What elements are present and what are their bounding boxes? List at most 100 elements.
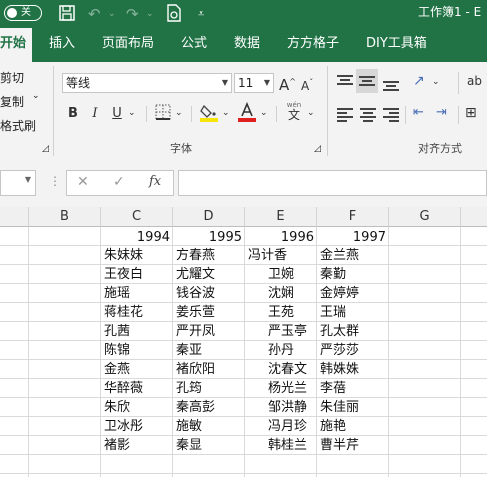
table-cell[interactable]: 卫婉 xyxy=(268,265,294,284)
borders-dropdown-icon[interactable]: ⌄ xyxy=(175,103,183,123)
merge-center-icon[interactable]: ⊞ xyxy=(465,103,477,123)
align-center-icon[interactable] xyxy=(360,108,376,122)
column-header-e[interactable]: E xyxy=(245,207,317,227)
table-cell[interactable]: 冯月珍 xyxy=(268,417,307,436)
underline-dropdown-icon[interactable]: ⌄ xyxy=(128,103,136,123)
cancel-icon[interactable]: ✕ xyxy=(77,174,89,190)
table-cell[interactable]: 金兰燕 xyxy=(320,246,359,265)
bottom-align-icon[interactable] xyxy=(383,77,399,91)
enter-icon[interactable]: ✓ xyxy=(113,174,125,190)
table-cell[interactable]: 朱妹妹 xyxy=(104,246,143,265)
table-cell[interactable]: 褚影 xyxy=(104,436,130,455)
middle-align-button[interactable] xyxy=(356,69,378,93)
table-cell[interactable]: 孔筠 xyxy=(176,379,202,398)
redo-dropdown-icon[interactable]: ⌄ xyxy=(146,4,154,24)
table-cell[interactable]: 朱佳丽 xyxy=(320,398,359,417)
tab-home[interactable]: 开始 xyxy=(0,28,33,62)
table-cell[interactable]: 韩桂兰 xyxy=(268,436,307,455)
bold-button[interactable]: B xyxy=(66,104,80,124)
autosave-toggle[interactable]: 关 xyxy=(4,5,42,21)
grow-font-button[interactable]: A^ xyxy=(279,72,296,94)
font-launcher-icon[interactable]: ◿ xyxy=(314,144,321,154)
table-cell[interactable]: 蒋桂花 xyxy=(104,303,143,322)
table-cell[interactable]: 施瑶 xyxy=(104,284,130,303)
shrink-font-button[interactable]: Aˇ xyxy=(301,73,313,93)
top-align-icon[interactable] xyxy=(337,75,353,89)
table-cell[interactable]: 杨光兰 xyxy=(268,379,307,398)
table-cell[interactable]: 李蓓 xyxy=(320,379,346,398)
table-cell[interactable]: 卫冰彤 xyxy=(104,417,143,436)
tab-data[interactable]: 数据 xyxy=(234,28,260,62)
formula-bar-grip-icon[interactable]: ⋮ xyxy=(49,174,61,188)
column-header-f[interactable]: F xyxy=(317,207,389,227)
phonetic-guide-icon[interactable]: wén 文 xyxy=(285,100,303,121)
table-cell[interactable]: 曹半芹 xyxy=(320,436,359,455)
cell-e-year[interactable]: 1996 xyxy=(245,228,317,247)
table-cell[interactable]: 王瑞 xyxy=(320,303,346,322)
table-cell[interactable]: 金婷婷 xyxy=(320,284,359,303)
table-cell[interactable]: 秦显 xyxy=(176,436,202,455)
customize-toolbar-icon[interactable]: ⩡ xyxy=(198,4,204,24)
save-icon[interactable] xyxy=(58,4,76,24)
cell-f-year[interactable]: 1997 xyxy=(317,228,389,247)
table-cell[interactable]: 姜乐萱 xyxy=(176,303,215,322)
cut-button[interactable]: 剪切 xyxy=(0,69,24,86)
table-cell[interactable]: 朱欣 xyxy=(104,398,130,417)
cell-c-year[interactable]: 1994 xyxy=(101,228,173,247)
font-color-icon[interactable] xyxy=(238,101,256,122)
column-header-c[interactable]: C xyxy=(101,207,173,227)
table-cell[interactable]: 施艳 xyxy=(320,417,346,436)
redo-icon[interactable]: ↷ xyxy=(126,4,139,24)
orientation-icon[interactable]: ↗ xyxy=(413,71,425,91)
table-cell[interactable]: 华醉薇 xyxy=(104,379,143,398)
table-cell[interactable]: 孙丹 xyxy=(268,341,294,360)
format-painter-button[interactable]: 格式刷 xyxy=(0,117,36,134)
table-cell[interactable]: 陈锦 xyxy=(104,341,130,360)
borders-icon[interactable] xyxy=(155,104,171,124)
table-cell[interactable]: 王夜白 xyxy=(104,265,143,284)
table-cell[interactable]: 钱谷波 xyxy=(176,284,215,303)
align-left-icon[interactable] xyxy=(337,108,353,122)
print-preview-icon[interactable] xyxy=(166,4,182,24)
name-box[interactable]: ▼ xyxy=(0,170,36,196)
tab-diy-toolbox[interactable]: DIY工具箱 xyxy=(366,28,427,62)
table-cell[interactable]: 秦高彭 xyxy=(176,398,215,417)
table-cell[interactable]: 孔茜 xyxy=(104,322,130,341)
table-cell[interactable]: 严莎莎 xyxy=(320,341,359,360)
table-cell[interactable]: 韩姝姝 xyxy=(320,360,359,379)
table-cell[interactable]: 严玉亭 xyxy=(268,322,307,341)
underline-button[interactable]: U xyxy=(110,104,124,124)
undo-icon[interactable]: ↶ xyxy=(88,4,101,24)
orientation-dropdown-icon[interactable]: ⌄ xyxy=(432,72,440,92)
copy-button[interactable]: 复制 xyxy=(0,93,24,110)
column-header-h[interactable] xyxy=(461,207,487,227)
tab-page-layout[interactable]: 页面布局 xyxy=(102,28,154,62)
clipboard-launcher-icon[interactable]: ◿ xyxy=(42,144,49,154)
increase-indent-icon[interactable]: ⇥ xyxy=(436,103,447,123)
copy-dropdown-icon[interactable]: ⌄ xyxy=(32,91,40,101)
column-header-g[interactable]: G xyxy=(389,207,461,227)
table-cell[interactable]: 秦亚 xyxy=(176,341,202,360)
align-right-icon[interactable] xyxy=(383,108,399,122)
tab-fangfang[interactable]: 方方格子 xyxy=(287,28,339,62)
table-cell[interactable]: 施敏 xyxy=(176,417,202,436)
table-cell[interactable]: 冯计香 xyxy=(248,246,287,265)
table-cell[interactable]: 尤耀文 xyxy=(176,265,215,284)
table-cell[interactable]: 褚欣阳 xyxy=(176,360,215,379)
column-header-d[interactable]: D xyxy=(173,207,245,227)
table-cell[interactable]: 秦勤 xyxy=(320,265,346,284)
insert-function-icon[interactable]: fx xyxy=(149,174,161,189)
table-cell[interactable]: 邹洪静 xyxy=(268,398,307,417)
table-cell[interactable]: 金燕 xyxy=(104,360,130,379)
fill-color-dropdown-icon[interactable]: ⌄ xyxy=(222,103,230,123)
table-cell[interactable]: 孔太群 xyxy=(320,322,359,341)
table-cell[interactable]: 沈娴 xyxy=(268,284,294,303)
cell-d-year[interactable]: 1995 xyxy=(173,228,245,247)
undo-dropdown-icon[interactable]: ⌄ xyxy=(108,4,116,24)
phonetic-dropdown-icon[interactable]: ⌄ xyxy=(307,103,315,123)
tab-formulas[interactable]: 公式 xyxy=(181,28,207,62)
formula-input[interactable] xyxy=(178,170,487,196)
wrap-text-icon[interactable]: ab xyxy=(467,71,482,91)
font-name-combo[interactable]: 等线 ▼ xyxy=(62,73,232,93)
tab-insert[interactable]: 插入 xyxy=(49,28,75,62)
